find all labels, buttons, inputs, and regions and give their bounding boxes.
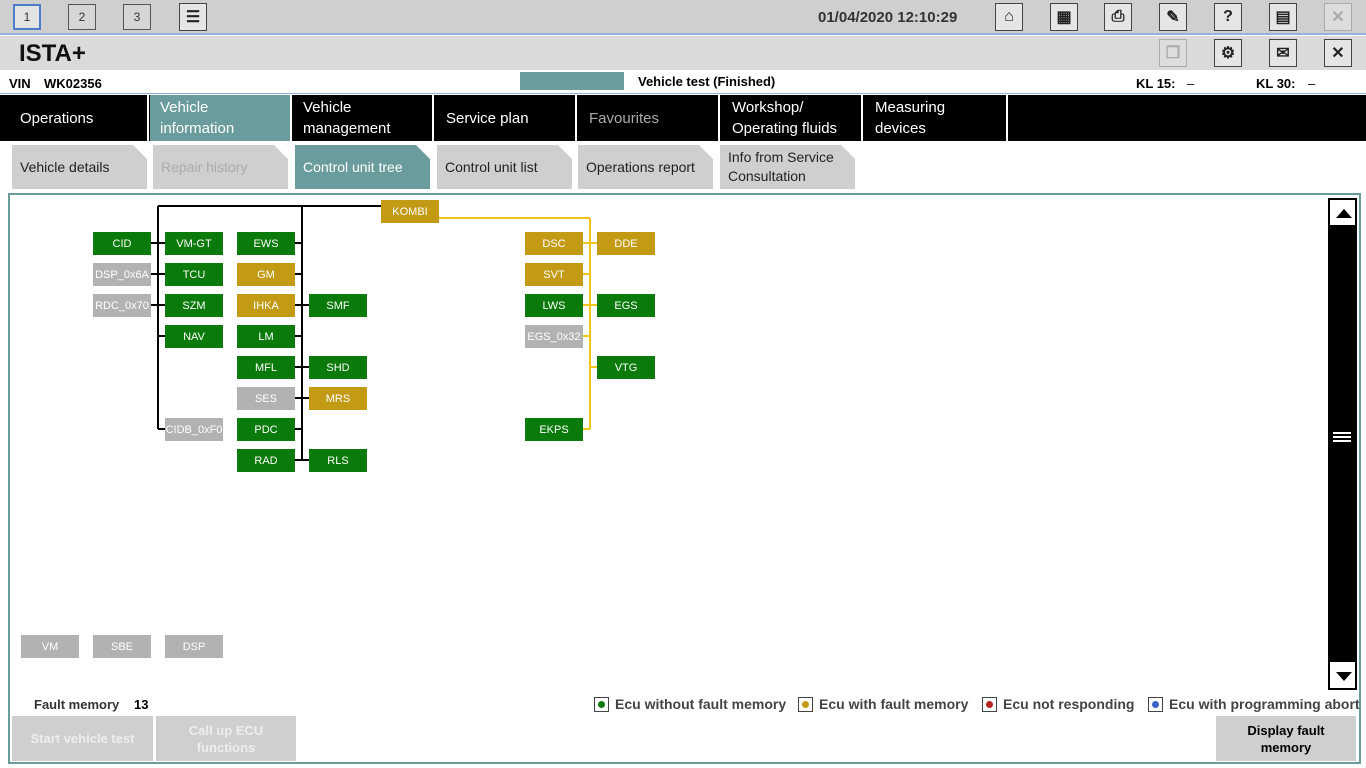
clipboard-icon[interactable]: ❐ (1159, 39, 1187, 67)
ecu-vm-gt[interactable]: VM-GT (165, 232, 223, 255)
display-fault-memory-button[interactable]: Display fault memory (1216, 716, 1356, 761)
help-icon[interactable]: ? (1214, 3, 1242, 31)
ecu-egs[interactable]: EGS (597, 294, 655, 317)
print-icon[interactable]: ⎙ (1104, 3, 1132, 31)
fault-memory-count: 13 (134, 697, 149, 712)
mail-icon[interactable]: ✉ (1269, 39, 1297, 67)
ecu-rad[interactable]: RAD (237, 449, 295, 472)
ecu-vm[interactable]: VM (21, 635, 79, 658)
ecu-egs-0x32[interactable]: EGS_0x32 (525, 325, 583, 348)
tab-repair-history[interactable]: Repair history (153, 145, 288, 189)
ecu-sbe[interactable]: SBE (93, 635, 151, 658)
grip-icon (1333, 432, 1351, 444)
close-app-icon[interactable]: ✕ (1324, 3, 1352, 31)
ecu-gm[interactable]: GM (237, 263, 295, 286)
ecu-ihka[interactable]: IHKA (237, 294, 295, 317)
arrow-up-icon (1336, 209, 1352, 218)
nav-vehicle-information[interactable]: Vehicle information (150, 95, 292, 141)
ecu-smf[interactable]: SMF (309, 294, 367, 317)
nav-measuring-devices[interactable]: Measuring devices (865, 95, 1008, 141)
ecu-ews[interactable]: EWS (237, 232, 295, 255)
legend-ok: Ecu without fault memory (594, 696, 786, 712)
fault-memory-label: Fault memory (34, 697, 120, 712)
app-title: ISTA+ (19, 40, 86, 67)
kl15-label: KL 15: (1136, 76, 1176, 91)
ecu-dsp-0x6a[interactable]: DSP_0x6A (93, 263, 151, 286)
nav-service-plan[interactable]: Service plan (436, 95, 577, 141)
blue-dot-icon (1148, 696, 1163, 712)
scroll-down-button[interactable] (1328, 660, 1357, 690)
call-up-ecu-functions-button[interactable]: Call up ECU functions (156, 716, 296, 761)
ecu-shd[interactable]: SHD (309, 356, 367, 379)
ecu-dsc[interactable]: DSC (525, 232, 583, 255)
scroll-up-button[interactable] (1328, 198, 1357, 227)
ecu-ses[interactable]: SES (237, 387, 295, 410)
datetime-display: 01/04/2020 12:10:29 (818, 9, 958, 26)
kl30-label: KL 30: (1256, 76, 1296, 91)
ecu-mrs[interactable]: MRS (309, 387, 367, 410)
legend-ok-label: Ecu without fault memory (615, 696, 787, 712)
vin-label: VIN (9, 76, 31, 91)
green-dot-icon (594, 696, 609, 712)
nav-operations[interactable]: Operations (0, 95, 149, 141)
session-3-button[interactable]: 3 (123, 4, 151, 30)
tab-control-unit-tree[interactable]: Control unit tree (295, 145, 430, 189)
arrow-down-icon (1336, 672, 1352, 681)
tab-control-unit-list[interactable]: Control unit list (437, 145, 572, 189)
red-dot-icon (982, 696, 997, 712)
window-icon[interactable]: ▤ (1269, 3, 1297, 31)
kl15-value: – (1187, 76, 1195, 91)
ecu-rdc-0x70[interactable]: RDC_0x70 (93, 294, 151, 317)
nav-workshop-fluids[interactable]: Workshop/ Operating fluids (722, 95, 863, 141)
legend-not-responding-label: Ecu not responding (1003, 696, 1135, 712)
ecu-mfl[interactable]: MFL (237, 356, 295, 379)
session-2-button[interactable]: 2 (68, 4, 96, 30)
ecu-cid[interactable]: CID (93, 232, 151, 255)
test-progress-bar (520, 72, 624, 90)
yellow-dot-icon (798, 696, 813, 712)
ecu-rls[interactable]: RLS (309, 449, 367, 472)
list-icon[interactable]: ☰ (179, 3, 207, 31)
ecu-nav[interactable]: NAV (165, 325, 223, 348)
tab-vehicle-details[interactable]: Vehicle details (12, 145, 147, 189)
ecu-vtg[interactable]: VTG (597, 356, 655, 379)
session-1-button[interactable]: 1 (13, 4, 41, 30)
ecu-dde[interactable]: DDE (597, 232, 655, 255)
start-vehicle-test-button[interactable]: Start vehicle test (12, 716, 153, 761)
kl30-value: – (1308, 76, 1316, 91)
ecu-lws[interactable]: LWS (525, 294, 583, 317)
home-icon[interactable]: ⌂ (995, 3, 1023, 31)
nav-favourites[interactable]: Favourites (579, 95, 720, 141)
ecu-pdc[interactable]: PDC (237, 418, 295, 441)
ecu-dsp[interactable]: DSP (165, 635, 223, 658)
legend-programming-abort: Ecu with programming abort (1148, 696, 1360, 712)
ecu-lm[interactable]: LM (237, 325, 295, 348)
wrench-icon[interactable]: ✎ (1159, 3, 1187, 31)
ecu-ekps[interactable]: EKPS (525, 418, 583, 441)
gear-icon[interactable]: ⚙ (1214, 39, 1242, 67)
tab-service-consultation[interactable]: Info from Service Consultation (720, 145, 855, 189)
tab-operations-report[interactable]: Operations report (578, 145, 713, 189)
legend-programming-abort-label: Ecu with programming abort (1169, 696, 1360, 712)
ecu-cidb-0xf0[interactable]: CIDB_0xF0 (165, 418, 223, 441)
ecu-tcu[interactable]: TCU (165, 263, 223, 286)
ecu-kombi[interactable]: KOMBI (381, 200, 439, 223)
legend-not-responding: Ecu not responding (982, 696, 1134, 712)
test-status: Vehicle test (Finished) (638, 74, 776, 89)
legend-fault-label: Ecu with fault memory (819, 696, 969, 712)
close-icon[interactable]: ✕ (1324, 39, 1352, 67)
ecu-svt[interactable]: SVT (525, 263, 583, 286)
ecu-szm[interactable]: SZM (165, 294, 223, 317)
vin-value: WK02356 (44, 76, 102, 91)
legend-fault: Ecu with fault memory (798, 696, 968, 712)
bmw-diag-icon[interactable]: ▦ (1050, 3, 1078, 31)
nav-vehicle-management[interactable]: Vehicle management (293, 95, 434, 141)
